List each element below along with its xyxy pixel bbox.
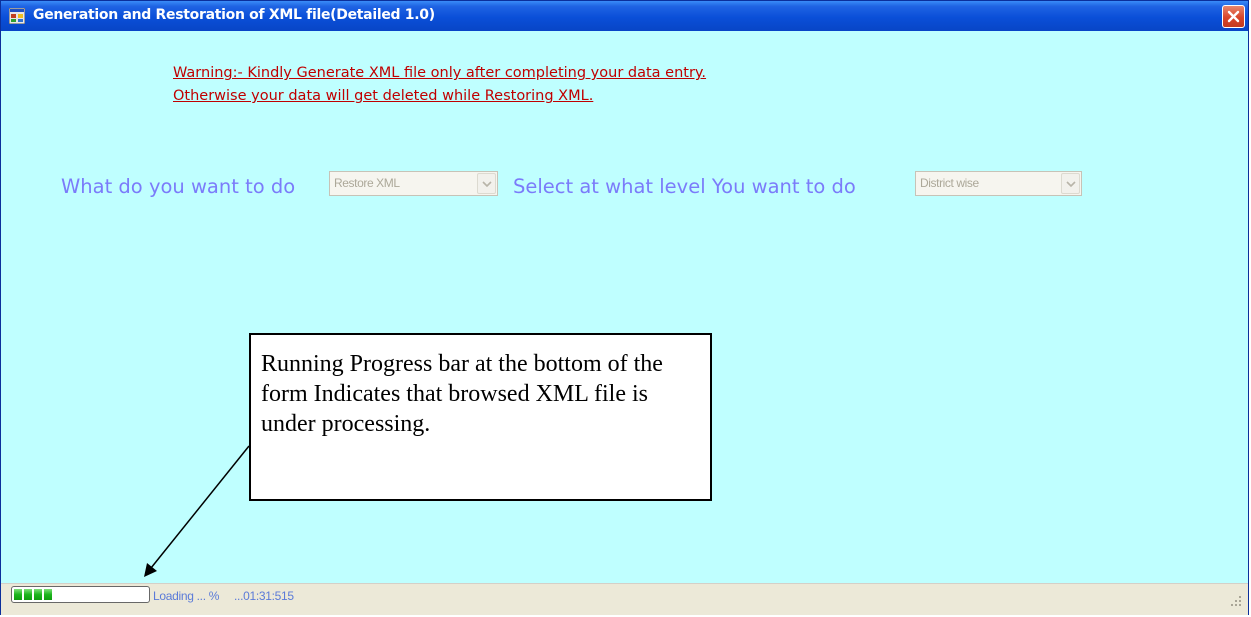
action-select-value: Restore XML: [334, 176, 400, 190]
status-bar: Loading ... % ...01:31:515: [1, 583, 1248, 615]
close-button[interactable]: [1222, 5, 1245, 28]
warning-line-1: Warning:- Kindly Generate XML file only …: [173, 65, 707, 81]
loading-status-text: Loading ... %: [153, 589, 220, 603]
level-select-value: District wise: [920, 176, 979, 190]
action-select[interactable]: Restore XML: [329, 171, 498, 196]
app-window: Generation and Restoration of XML file(D…: [0, 0, 1249, 615]
progress-block: [34, 589, 42, 600]
callout-text: Running Progress bar at the bottom of th…: [261, 351, 663, 437]
warning-line-2: Otherwise your data will get deleted whi…: [173, 88, 594, 104]
progress-fill: [14, 589, 52, 600]
elapsed-time-text: ...01:31:515: [234, 589, 294, 603]
level-select[interactable]: District wise: [915, 171, 1082, 196]
annotation-callout: Running Progress bar at the bottom of th…: [249, 333, 712, 501]
progress-block: [44, 589, 52, 600]
progress-block: [14, 589, 22, 600]
window-title: Generation and Restoration of XML file(D…: [33, 7, 435, 23]
title-bar[interactable]: Generation and Restoration of XML file(D…: [1, 1, 1248, 31]
level-select-dropdown-button[interactable]: [1061, 173, 1080, 194]
progress-bar: [11, 586, 150, 603]
chevron-down-icon: [482, 181, 492, 187]
chevron-down-icon: [1066, 181, 1076, 187]
action-label: What do you want to do: [61, 175, 296, 198]
action-select-dropdown-button[interactable]: [477, 173, 496, 194]
progress-block: [24, 589, 32, 600]
level-label: Select at what level You want to do: [513, 175, 856, 198]
close-icon: [1227, 10, 1240, 23]
app-icon: [8, 7, 26, 25]
resize-grip-icon[interactable]: [1230, 595, 1242, 607]
